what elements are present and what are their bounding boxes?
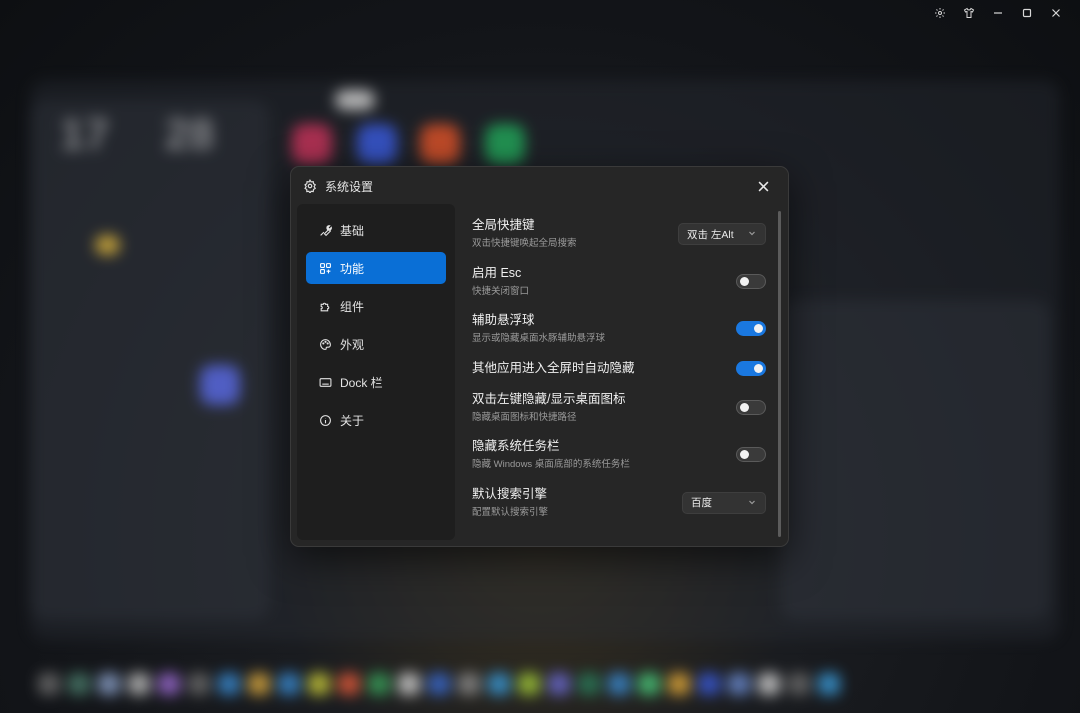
setting-desc: 快捷关闭窗口 bbox=[472, 285, 530, 297]
setting-desc: 显示或隐藏桌面水豚辅助悬浮球 bbox=[472, 333, 606, 344]
setting-title: 辅助悬浮球 bbox=[472, 313, 535, 327]
settings-dialog: 系统设置 基础 功能 组件 外观 Dock 栏 关于 全局快捷键 双击快捷键唤起… bbox=[290, 166, 789, 547]
select-value: 百度 bbox=[691, 497, 712, 509]
setting-desc: 隐藏桌面图标和快捷路径 bbox=[472, 411, 577, 423]
sidebar-item-function[interactable]: 功能 bbox=[306, 252, 446, 284]
wrench-icon bbox=[318, 223, 332, 237]
function-icon bbox=[318, 261, 332, 275]
esc-toggle[interactable] bbox=[736, 273, 766, 289]
select-value: 双击 左Alt bbox=[687, 228, 734, 241]
maximize-icon[interactable] bbox=[1012, 4, 1041, 22]
floating-ball-toggle[interactable] bbox=[736, 321, 766, 336]
sidebar-item-label: 组件 bbox=[340, 299, 365, 314]
setting-title: 隐藏系统任务栏 bbox=[472, 439, 560, 453]
setting-search-engine: 默认搜索引擎 配置默认搜索引擎 百度 bbox=[472, 486, 766, 534]
dock-icon bbox=[318, 375, 332, 389]
sidebar-item-about[interactable]: 关于 bbox=[306, 404, 446, 436]
setting-desc: 隐藏 Windows 桌面底部的系统任务栏 bbox=[472, 459, 630, 470]
dialog-title: 系统设置 bbox=[325, 179, 374, 194]
fullscreen-autohide-toggle[interactable] bbox=[736, 360, 766, 376]
gear-icon[interactable] bbox=[925, 4, 954, 22]
dialog-close-button[interactable] bbox=[754, 177, 772, 195]
puzzle-icon bbox=[318, 299, 332, 313]
settings-gear-icon bbox=[304, 179, 317, 193]
setting-title: 双击左键隐藏/显示桌面图标 bbox=[472, 391, 626, 406]
setting-enable-esc: 启用 Esc 快捷关闭窗口 bbox=[472, 265, 766, 313]
double-click-desktop-toggle[interactable] bbox=[736, 399, 766, 415]
palette-icon bbox=[318, 337, 332, 351]
settings-content: 全局快捷键 双击快捷键唤起全局搜索 双击 左Alt 启用 Esc 快捷关闭窗口 … bbox=[472, 217, 766, 533]
sidebar-item-label: 基础 bbox=[340, 223, 365, 238]
sidebar-item-label: 外观 bbox=[340, 337, 365, 352]
sidebar-item-widgets[interactable]: 组件 bbox=[306, 290, 446, 322]
content-scrollbar[interactable] bbox=[778, 211, 781, 537]
minimize-icon[interactable] bbox=[983, 4, 1012, 22]
sidebar-item-label: Dock 栏 bbox=[340, 375, 383, 390]
sidebar-item-appearance[interactable]: 外观 bbox=[306, 328, 446, 360]
setting-title: 启用 Esc bbox=[472, 265, 522, 280]
close-icon[interactable] bbox=[1041, 4, 1070, 22]
setting-title: 其他应用进入全屏时自动隐藏 bbox=[472, 360, 635, 375]
setting-double-click-desktop: 双击左键隐藏/显示桌面图标 隐藏桌面图标和快捷路径 bbox=[472, 391, 766, 439]
chevron-down-icon bbox=[749, 231, 755, 236]
setting-hide-taskbar: 隐藏系统任务栏 隐藏 Windows 桌面底部的系统任务栏 bbox=[472, 438, 766, 486]
search-engine-select[interactable]: 百度 bbox=[682, 491, 766, 514]
setting-floating-ball: 辅助悬浮球 显示或隐藏桌面水豚辅助悬浮球 bbox=[472, 312, 766, 360]
chevron-down-icon bbox=[749, 500, 755, 504]
shirt-icon[interactable] bbox=[954, 4, 983, 22]
window-controls bbox=[925, 4, 1070, 22]
dialog-header: 系统设置 bbox=[291, 167, 788, 205]
settings-sidebar: 基础 功能 组件 外观 Dock 栏 关于 bbox=[297, 204, 455, 540]
close-icon bbox=[758, 181, 768, 191]
setting-global-hotkey: 全局快捷键 双击快捷键唤起全局搜索 双击 左Alt bbox=[472, 217, 766, 265]
hotkey-select[interactable]: 双击 左Alt bbox=[678, 223, 766, 245]
info-icon bbox=[318, 413, 332, 427]
sidebar-item-basic[interactable]: 基础 bbox=[306, 214, 446, 246]
sidebar-item-dock[interactable]: Dock 栏 bbox=[306, 366, 446, 398]
setting-fullscreen-autohide: 其他应用进入全屏时自动隐藏 bbox=[472, 360, 766, 391]
sidebar-item-label: 功能 bbox=[340, 261, 365, 276]
hide-taskbar-toggle[interactable] bbox=[736, 447, 766, 462]
sidebar-item-label: 关于 bbox=[340, 413, 365, 428]
